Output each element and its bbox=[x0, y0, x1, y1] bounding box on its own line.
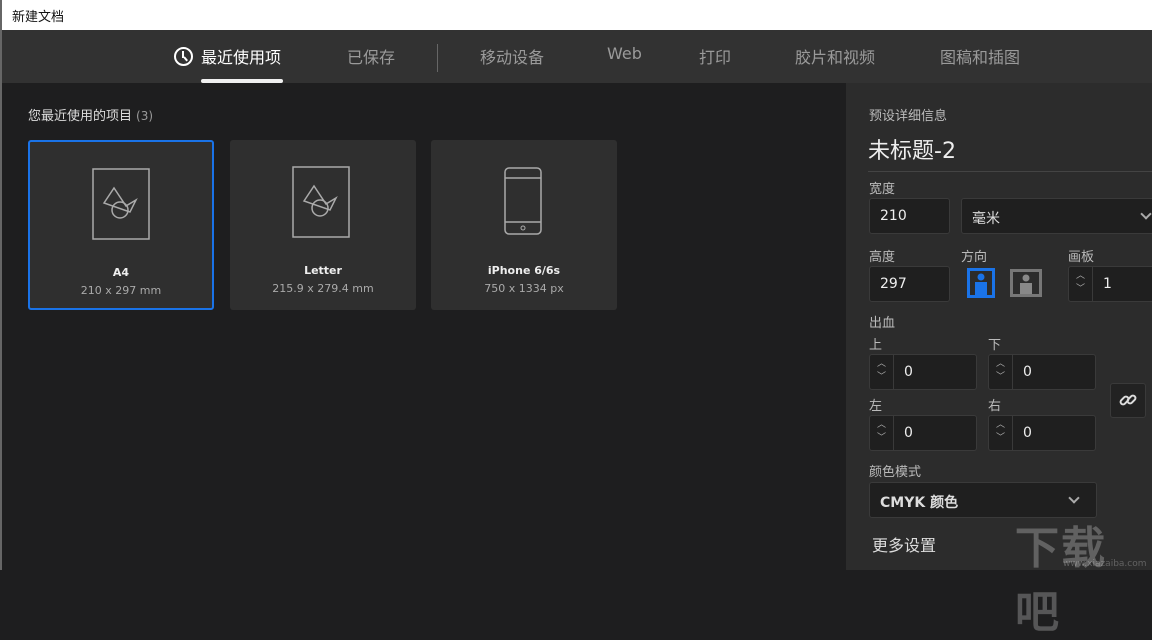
tab-label: 最近使用项 bbox=[201, 48, 282, 67]
recent-count: (3) bbox=[136, 109, 154, 123]
stepper-arrows-icon[interactable]: ︿ ﹀ bbox=[1069, 267, 1093, 301]
tab-film-video[interactable]: 胶片和视频 bbox=[795, 44, 875, 68]
clock-icon bbox=[174, 47, 193, 66]
bleed-top-value: 0 bbox=[904, 364, 913, 380]
bleed-bottom-label: 下 bbox=[988, 338, 1002, 353]
recent-title-text: 您最近使用的项目 bbox=[28, 109, 133, 124]
link-bleed-button[interactable] bbox=[1110, 383, 1146, 418]
window-title: 新建文档 bbox=[0, 0, 1152, 30]
bleed-left-stepper[interactable]: ︿ ﹀ 0 bbox=[869, 415, 977, 451]
phone-icon bbox=[504, 167, 542, 235]
preset-size: 210 x 297 mm bbox=[80, 284, 162, 297]
preset-name: iPhone 6/6s bbox=[487, 264, 561, 277]
watermark-url: www.xiazaiba.com bbox=[1063, 559, 1147, 569]
recent-title: 您最近使用的项目 (3) bbox=[28, 105, 153, 124]
tab-saved[interactable]: 已保存 bbox=[347, 44, 395, 68]
orientation-label: 方向 bbox=[961, 250, 988, 265]
preset-name: Letter bbox=[304, 264, 342, 277]
more-settings-button[interactable]: 更多设置 bbox=[872, 532, 936, 556]
tab-print[interactable]: 打印 bbox=[699, 44, 731, 68]
bleed-right-label: 右 bbox=[988, 399, 1002, 414]
preset-header: 预设详细信息 bbox=[869, 109, 948, 124]
bleed-label: 出血 bbox=[869, 316, 896, 331]
preset-card-letter[interactable]: Letter 215.9 x 279.4 mm bbox=[230, 140, 416, 310]
person-icon bbox=[975, 273, 987, 295]
portrait-button[interactable] bbox=[967, 268, 995, 298]
color-mode-label: 颜色模式 bbox=[869, 465, 922, 480]
preset-name: A4 bbox=[112, 266, 130, 279]
stepper-arrows-icon[interactable]: ︿ ﹀ bbox=[989, 355, 1013, 389]
preset-size: 215.9 x 279.4 mm bbox=[272, 282, 374, 295]
stepper-arrows-icon[interactable]: ︿ ﹀ bbox=[870, 355, 894, 389]
bleed-top-label: 上 bbox=[869, 338, 883, 353]
stepper-arrows-icon[interactable]: ︿ ﹀ bbox=[870, 416, 894, 450]
preset-size: 750 x 1334 px bbox=[484, 282, 564, 295]
tab-divider bbox=[437, 44, 438, 72]
color-mode-value: CMYK 颜色 bbox=[880, 495, 959, 511]
watermark-logo: 下载吧 www.xiazaiba.com bbox=[1015, 512, 1152, 640]
width-input[interactable]: 210 bbox=[869, 198, 950, 234]
bleed-right-value: 0 bbox=[1023, 425, 1032, 441]
document-icon bbox=[92, 168, 150, 240]
bleed-top-stepper[interactable]: ︿ ﹀ 0 bbox=[869, 354, 977, 390]
unit-value: 毫米 bbox=[972, 211, 1000, 227]
stepper-arrows-icon[interactable]: ︿ ﹀ bbox=[989, 416, 1013, 450]
preset-card-iphone[interactable]: iPhone 6/6s 750 x 1334 px bbox=[431, 140, 617, 310]
bleed-left-label: 左 bbox=[869, 399, 883, 414]
category-tabs: 最近使用项 已保存 移动设备 Web 打印 胶片和视频 图稿和插图 bbox=[0, 30, 1152, 83]
bleed-bottom-value: 0 bbox=[1023, 364, 1032, 380]
link-icon bbox=[1119, 394, 1137, 406]
unit-select[interactable]: 毫米 bbox=[961, 198, 1152, 234]
bleed-left-value: 0 bbox=[904, 425, 913, 441]
tab-mobile[interactable]: 移动设备 bbox=[480, 44, 544, 68]
tab-art-illustration[interactable]: 图稿和插图 bbox=[940, 44, 1020, 68]
landscape-button[interactable] bbox=[1010, 269, 1042, 297]
watermark-text: 下载吧 bbox=[1015, 523, 1107, 638]
width-label: 宽度 bbox=[869, 182, 896, 197]
tab-web[interactable]: Web bbox=[607, 44, 642, 63]
chevron-down-icon bbox=[1068, 492, 1080, 504]
tab-recent[interactable]: 最近使用项 bbox=[174, 44, 284, 83]
bleed-right-stepper[interactable]: ︿ ﹀ 0 bbox=[988, 415, 1096, 451]
artboard-value: 1 bbox=[1103, 276, 1112, 292]
document-name-input[interactable]: 未标题-2 bbox=[868, 133, 1152, 172]
bleed-bottom-stepper[interactable]: ︿ ﹀ 0 bbox=[988, 354, 1096, 390]
preset-card-a4[interactable]: A4 210 x 297 mm bbox=[28, 140, 214, 310]
artboard-label: 画板 bbox=[1068, 250, 1095, 265]
document-icon bbox=[292, 166, 350, 238]
chevron-down-icon bbox=[1140, 208, 1152, 220]
person-icon bbox=[1020, 274, 1032, 294]
artboard-stepper[interactable]: ︿ ﹀ 1 bbox=[1068, 266, 1152, 302]
height-input[interactable]: 297 bbox=[869, 266, 950, 302]
height-label: 高度 bbox=[869, 250, 896, 265]
preset-details-panel: 预设详细信息 未标题-2 宽度 210 毫米 高度 方向 画板 297 ︿ ﹀ 1 … bbox=[846, 83, 1152, 570]
recent-panel: 您最近使用的项目 (3) A4 210 x 297 mm Letter 215.9… bbox=[0, 83, 846, 570]
